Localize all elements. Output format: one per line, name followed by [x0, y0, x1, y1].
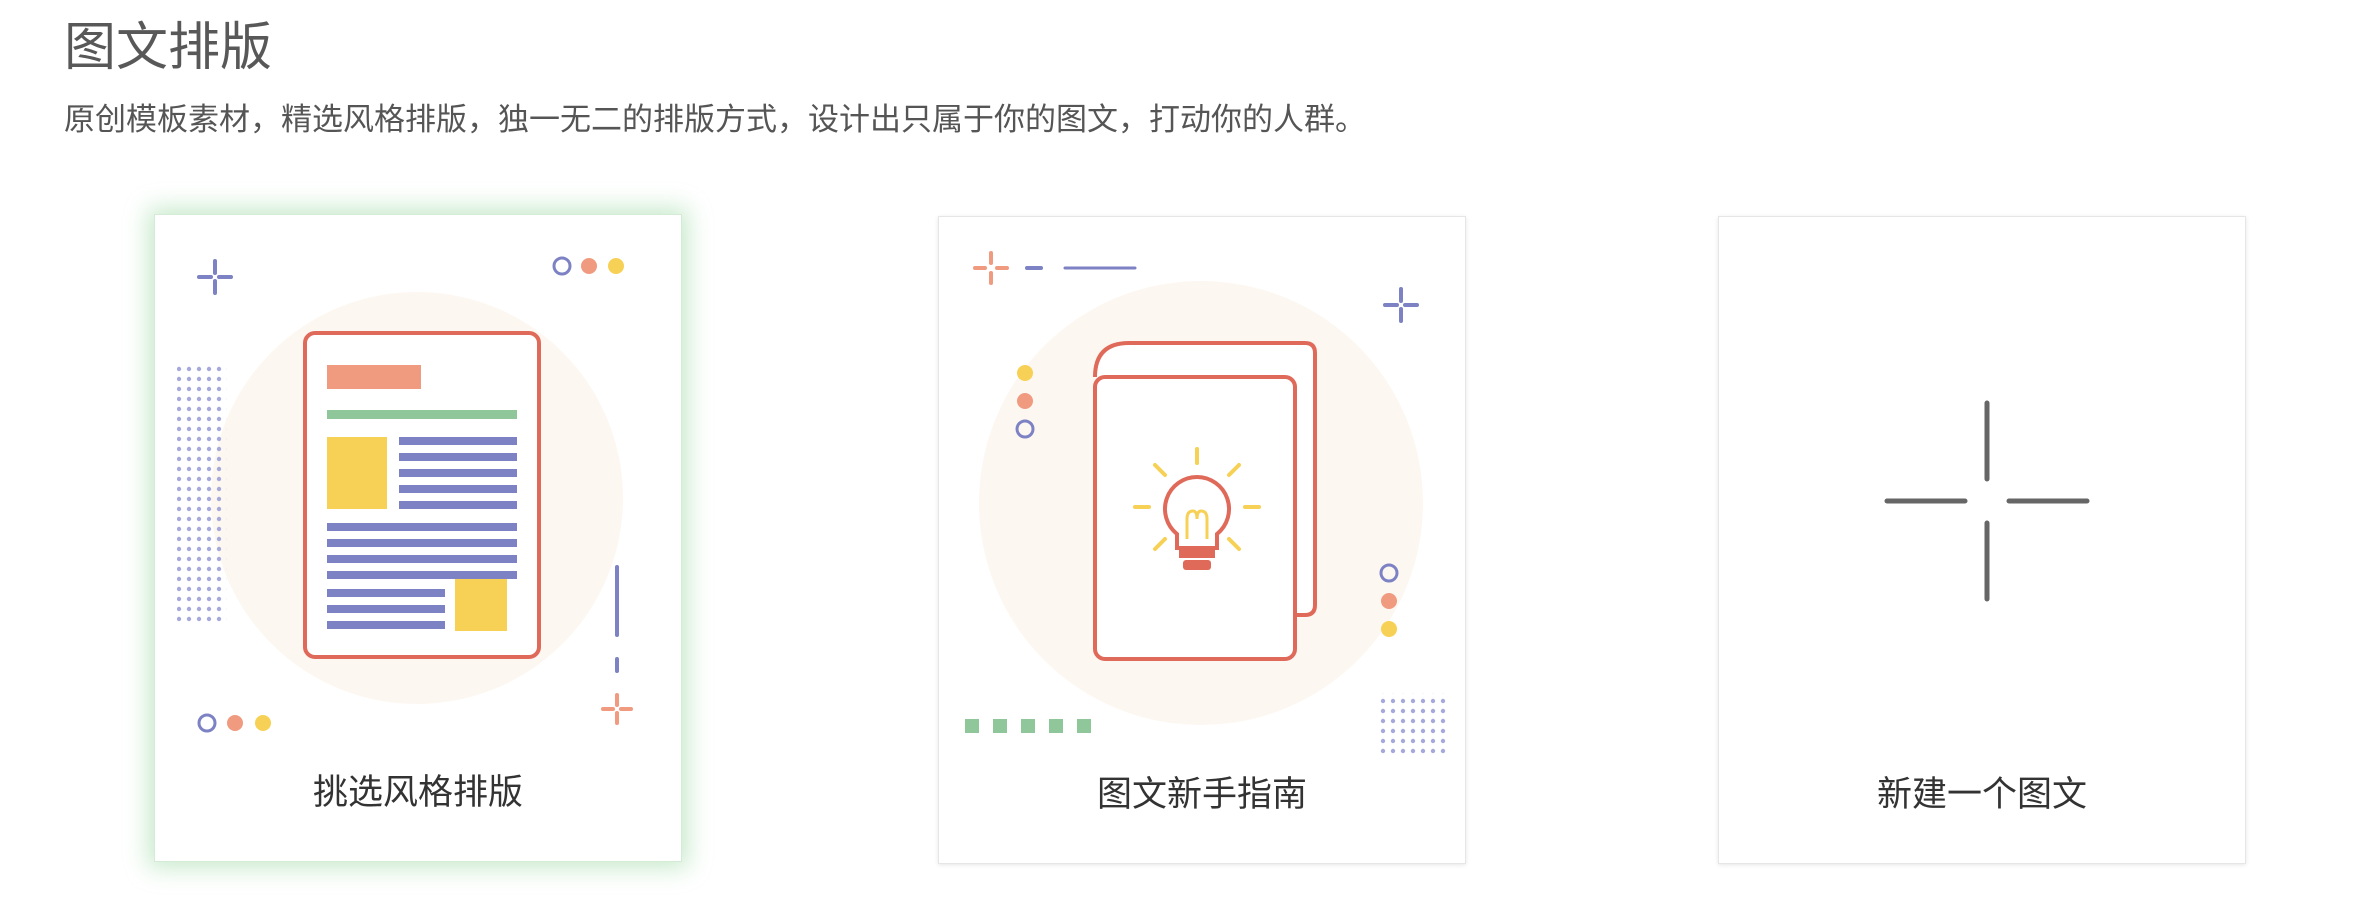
- layout-document-icon: [177, 256, 633, 733]
- card-label: 新建一个图文: [1876, 775, 2087, 815]
- card-choose-layout[interactable]: 挑选风格排版: [154, 214, 682, 862]
- plus-icon: [1884, 400, 2090, 602]
- lightbulb-book-icon: [965, 251, 1447, 757]
- page-description: 原创模板素材，精选风格排版，独一无二的排版方式，设计出只属于你的图文，打动你的人…: [64, 102, 1366, 138]
- card-label: 挑选风格排版: [312, 773, 523, 813]
- card-create-new[interactable]: 新建一个图文: [1718, 216, 2246, 864]
- page-title: 图文排版: [64, 18, 273, 78]
- card-beginner-guide[interactable]: 图文新手指南: [938, 216, 1466, 864]
- card-label: 图文新手指南: [1096, 775, 1307, 815]
